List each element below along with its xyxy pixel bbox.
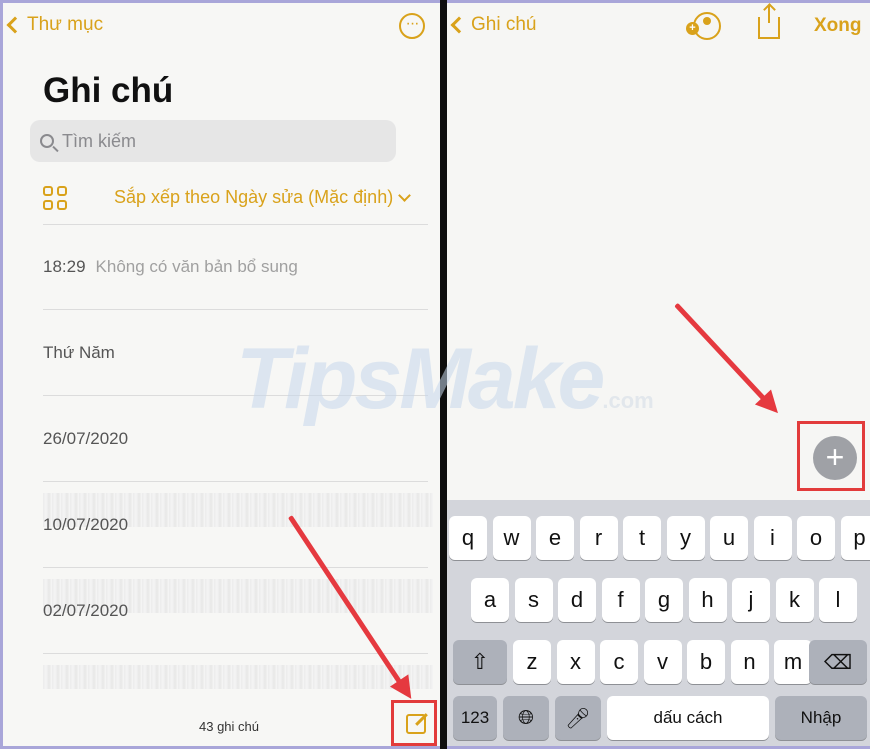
key-v[interactable]: v — [643, 640, 682, 684]
key-z[interactable]: z — [513, 640, 551, 684]
search-icon — [40, 134, 54, 148]
note-row[interactable]: 10/07/2020 — [43, 482, 428, 568]
key-j[interactable]: j — [732, 578, 770, 622]
search-bar[interactable] — [30, 120, 396, 162]
back-to-notes-button[interactable]: Ghi chú — [447, 14, 536, 36]
shift-icon: ⇧ — [470, 649, 490, 674]
numbers-key[interactable]: 123 — [453, 696, 497, 740]
key-l[interactable]: l — [819, 578, 857, 622]
sort-label: Sắp xếp theo Ngày sửa (Mặc định) — [114, 187, 394, 207]
key-d[interactable]: d — [558, 578, 596, 622]
blurred-note-title — [43, 665, 433, 689]
key-g[interactable]: g — [645, 578, 683, 622]
microphone-icon: 🎤︎ — [565, 707, 591, 730]
note-date: 02/07/2020 — [43, 600, 129, 620]
key-w[interactable]: w — [492, 516, 531, 560]
back-to-folders-button[interactable]: Thư mục — [3, 14, 103, 36]
dictation-key[interactable]: 🎤︎ — [555, 696, 601, 740]
key-x[interactable]: x — [556, 640, 595, 684]
note-date: Thứ Năm — [43, 342, 115, 362]
add-people-icon[interactable] — [686, 12, 721, 40]
delete-key[interactable]: ⌫ — [809, 640, 867, 684]
space-key[interactable]: dấu cách — [607, 696, 769, 740]
plus-highlight-box: + — [797, 421, 865, 491]
key-f[interactable]: f — [601, 578, 640, 622]
note-row[interactable]: 18:29 Không có văn bản bổ sung — [43, 224, 428, 310]
plus-icon[interactable]: + — [813, 436, 857, 480]
more-options-icon[interactable]: ··· — [399, 13, 425, 39]
note-date: 10/07/2020 — [43, 514, 129, 534]
key-n[interactable]: n — [730, 640, 769, 684]
watermark-brand: TipsMake — [236, 331, 605, 427]
chevron-left-icon — [450, 16, 468, 34]
watermark: TipsMake.com — [236, 330, 654, 429]
back-label: Thư mục — [27, 14, 104, 35]
chevron-down-icon — [398, 188, 412, 202]
compose-note-icon[interactable] — [406, 714, 426, 734]
sort-menu-button[interactable]: Sắp xếp theo Ngày sửa (Mặc định) — [114, 187, 412, 208]
globe-icon: 🌐︎ — [518, 706, 534, 729]
search-input[interactable] — [62, 130, 362, 152]
on-screen-keyboard: qwertyuiop asdfghjkl zxcvbnm ⇧ ⌫ 123 🌐︎ … — [447, 500, 870, 746]
shift-key[interactable]: ⇧ — [453, 640, 507, 684]
share-icon[interactable] — [758, 5, 780, 39]
return-key[interactable]: Nhập — [775, 696, 867, 740]
key-q[interactable]: q — [449, 516, 487, 560]
key-b[interactable]: b — [687, 640, 725, 684]
note-date: 26/07/2020 — [43, 428, 129, 448]
key-i[interactable]: i — [753, 516, 792, 560]
key-t[interactable]: t — [623, 516, 661, 560]
key-m[interactable]: m — [774, 640, 812, 684]
key-s[interactable]: s — [514, 578, 553, 622]
key-e[interactable]: e — [536, 516, 574, 560]
note-subtitle: Không có văn bản bổ sung — [95, 257, 298, 276]
back-label: Ghi chú — [471, 14, 537, 35]
watermark-suffix: .com — [602, 388, 654, 413]
globe-key[interactable]: 🌐︎ — [503, 696, 549, 740]
note-count: 43 ghi chú — [199, 719, 259, 734]
key-u[interactable]: u — [710, 516, 748, 560]
key-y[interactable]: y — [666, 516, 705, 560]
page-title: Ghi chú — [43, 71, 174, 110]
backspace-icon: ⌫ — [823, 651, 853, 674]
key-r[interactable]: r — [579, 516, 618, 560]
key-p[interactable]: p — [840, 516, 870, 560]
compose-highlight-box — [391, 700, 437, 746]
key-a[interactable]: a — [471, 578, 509, 622]
key-o[interactable]: o — [797, 516, 835, 560]
key-c[interactable]: c — [600, 640, 638, 684]
chevron-left-icon — [6, 16, 24, 34]
key-h[interactable]: h — [688, 578, 727, 622]
note-time: 18:29 — [43, 257, 86, 276]
key-k[interactable]: k — [775, 578, 814, 622]
done-button[interactable]: Xong — [814, 15, 862, 37]
gallery-view-icon[interactable] — [43, 186, 67, 210]
